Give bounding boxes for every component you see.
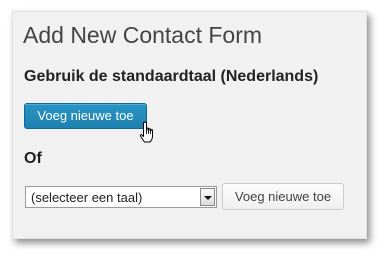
language-select[interactable]: (selecteer een taal) <box>25 186 217 208</box>
add-new-default-button[interactable]: Voeg nieuwe toe <box>24 103 147 129</box>
page-title: Add New Contact Form <box>23 22 263 48</box>
default-language-heading: Gebruik de standaardtaal (Nederlands) <box>24 68 319 85</box>
or-label: Of <box>24 150 42 167</box>
chevron-down-icon[interactable] <box>200 188 215 206</box>
add-new-language-button[interactable]: Voeg nieuwe toe <box>222 183 344 210</box>
hand-pointer-icon <box>139 121 153 143</box>
language-select-value: (selecteer een taal) <box>31 190 143 205</box>
contact-form-panel: Add New Contact Form Gebruik de standaar… <box>12 11 367 239</box>
